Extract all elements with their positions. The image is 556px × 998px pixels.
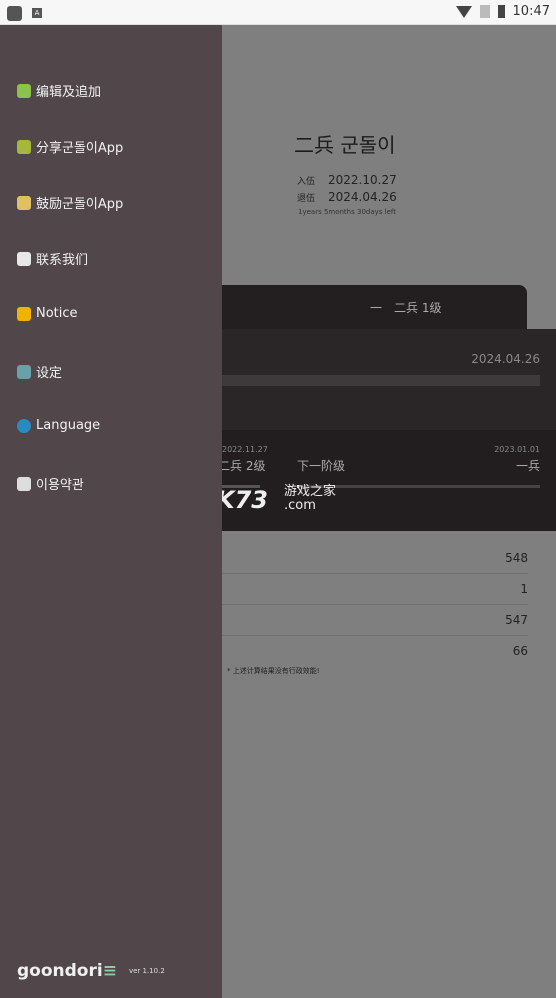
disclaimer-note: * 上述计算结果没有行政效能! <box>227 667 320 675</box>
goondori-logo: goondori≡ <box>17 961 117 981</box>
stat-row: 66 <box>512 644 528 658</box>
drawer-item-notice[interactable]: Notice <box>17 306 78 321</box>
app-notification-icon <box>7 6 22 21</box>
megaphone-icon <box>17 306 31 321</box>
tools-icon <box>17 364 31 379</box>
document-icon <box>17 476 31 491</box>
drawer-item-settings[interactable]: 设定 <box>17 362 62 381</box>
navigation-drawer: 编辑及追加 分享군돌이App 鼓励군돌이App 联系我们 Notice 设定 L… <box>0 25 222 998</box>
watermark-logo: K73 <box>216 486 268 514</box>
logo-text: goondori <box>17 961 103 981</box>
main-content: 二兵 군돌이 入伍 2022.10.27 退伍 2024.04.26 1years … <box>216 25 556 998</box>
globe-icon <box>17 418 31 433</box>
battery-icon <box>497 5 505 18</box>
remaining-time: 1years 5months 30days left <box>298 208 396 216</box>
stat-row: 547 <box>222 605 528 636</box>
share-coin-icon <box>17 139 31 154</box>
drawer-item-contact[interactable]: 联系我们 <box>17 249 88 268</box>
enlist-date: 2022.10.27 <box>328 173 397 187</box>
drawer-item-share[interactable]: 分享군돌이App <box>17 137 123 156</box>
page-title: 二兵 군돌이 <box>294 133 396 157</box>
drawer-footer: goondori≡ ver 1.10.2 <box>17 961 165 981</box>
wifi-icon <box>455 5 472 18</box>
drawer-item-label: 联系我们 <box>36 253 89 268</box>
drawer-item-terms[interactable]: 이용약관 <box>17 474 84 493</box>
prev-rank: 二兵 2级 <box>218 459 266 473</box>
discharge-label: 退伍 <box>297 194 316 204</box>
keyboard-a-icon: A <box>32 8 42 18</box>
cheers-icon <box>17 195 31 210</box>
prev-date: 2022.11.27 <box>222 445 268 454</box>
stats-list: 548 1 547 66 <box>222 543 528 667</box>
app-version: ver 1.10.2 <box>128 967 165 975</box>
drawer-item-encourage[interactable]: 鼓励군돌이App <box>17 193 123 212</box>
service-dates: 入伍 2022.10.27 退伍 2024.04.26 <box>297 173 397 207</box>
watermark-text: 游戏之家 .com <box>284 485 336 513</box>
envelope-icon <box>17 251 31 266</box>
stat-row: 1 <box>222 574 528 605</box>
drawer-item-language[interactable]: Language <box>17 418 100 433</box>
clock: 10:47 <box>512 4 550 19</box>
discharge-date: 2024.04.26 <box>328 190 397 204</box>
next-rank: 一兵 <box>515 459 540 473</box>
enlist-label: 入伍 <box>297 177 316 187</box>
next-date: 2023.01.01 <box>494 445 540 454</box>
status-bar: A 10:47 <box>0 0 556 25</box>
panel-date: 2024.04.26 <box>471 352 540 366</box>
drawer-item-label: Notice <box>36 306 78 321</box>
no-sim-icon <box>479 5 490 18</box>
stat-row: 548 <box>222 543 528 574</box>
rank-tab[interactable]: 一 二兵 1级 <box>222 285 527 335</box>
drawer-item-label: 鼓励군돌이App <box>36 197 124 212</box>
drawer-item-label: 编辑及追加 <box>36 85 102 100</box>
rank-progress: 2022.11.27 二兵 2级 下一阶级 2023.01.01 一兵 K73 … <box>216 430 556 531</box>
rank-tab-label: 一 二兵 1级 <box>370 301 442 315</box>
next-label: 下一阶级 <box>297 459 346 473</box>
pencil-icon <box>17 83 31 98</box>
drawer-item-label: 设定 <box>36 366 63 381</box>
drawer-item-edit[interactable]: 编辑及追加 <box>17 81 101 100</box>
watermark-domain: .com <box>284 498 316 513</box>
drawer-item-label: 分享군돌이App <box>36 141 124 156</box>
service-progress-bar <box>222 375 540 386</box>
drawer-item-label: Language <box>36 418 101 433</box>
watermark-chinese: 游戏之家 <box>284 484 337 499</box>
drawer-item-label: 이용약관 <box>36 478 84 493</box>
progress-panel: 2024.04.26 <box>222 329 556 430</box>
